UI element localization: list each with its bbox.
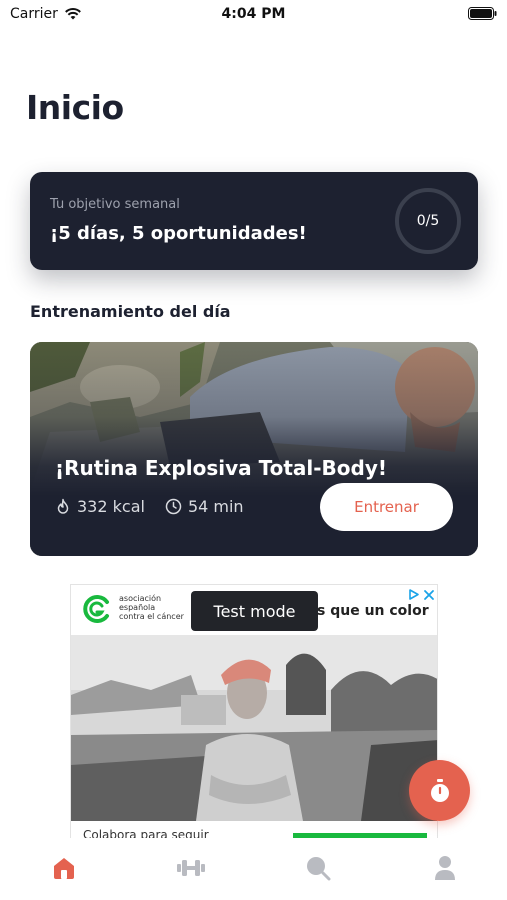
dumbbell-icon: [177, 860, 205, 876]
ad-photo: [71, 635, 437, 821]
battery-icon: [468, 7, 497, 20]
profile-icon: [435, 856, 455, 880]
home-icon: [54, 858, 74, 879]
workout-meta: 332 kcal 54 min: [55, 497, 264, 516]
daily-workout-card[interactable]: ¡Rutina Explosiva Total-Body! 332 kcal 5…: [30, 342, 478, 556]
tab-search[interactable]: [298, 848, 338, 888]
goal-message: ¡5 días, 5 oportunidades!: [50, 223, 307, 244]
timer-fab-button[interactable]: [409, 760, 470, 821]
search-icon: [307, 857, 331, 881]
calories-item: 332 kcal: [55, 497, 145, 516]
clock-icon: [165, 498, 182, 515]
ad-headline: s que un color: [317, 603, 429, 619]
workout-title: ¡Rutina Explosiva Total-Body!: [55, 456, 388, 480]
flame-icon: [57, 498, 69, 514]
calories-value: 332 kcal: [77, 497, 145, 516]
train-button[interactable]: Entrenar: [320, 483, 453, 531]
ad-brand-name: asociación española contra el cáncer: [119, 594, 184, 621]
ad-brand-line: asociación: [119, 594, 162, 603]
duration-value: 54 min: [187, 497, 244, 516]
page-title: Inicio: [26, 88, 124, 127]
tab-workouts[interactable]: [171, 848, 211, 888]
weekly-goal-card[interactable]: Tu objetivo semanal ¡5 días, 5 oportunid…: [30, 172, 478, 270]
ad-choices[interactable]: [407, 588, 435, 601]
status-bar: Carrier 4:04 PM: [0, 0, 507, 30]
ad-brand-line: española: [119, 603, 156, 612]
daily-workout-heading: Entrenamiento del día: [30, 302, 231, 321]
tab-bar: [0, 838, 507, 900]
tab-profile[interactable]: [425, 848, 465, 888]
duration-item: 54 min: [165, 497, 244, 516]
ad-choices-icon[interactable]: [407, 588, 420, 601]
status-time: 4:04 PM: [221, 6, 286, 22]
stopwatch-icon: [430, 778, 449, 802]
goal-caption: Tu objetivo semanal: [50, 197, 180, 212]
test-mode-badge: Test mode: [191, 591, 318, 631]
tab-home[interactable]: [44, 848, 84, 888]
ad-brand-line: contra el cáncer: [119, 612, 184, 621]
ad-brand-logo: [83, 595, 109, 623]
close-icon[interactable]: [423, 589, 435, 601]
goal-progress-label: 0/5: [416, 213, 440, 229]
